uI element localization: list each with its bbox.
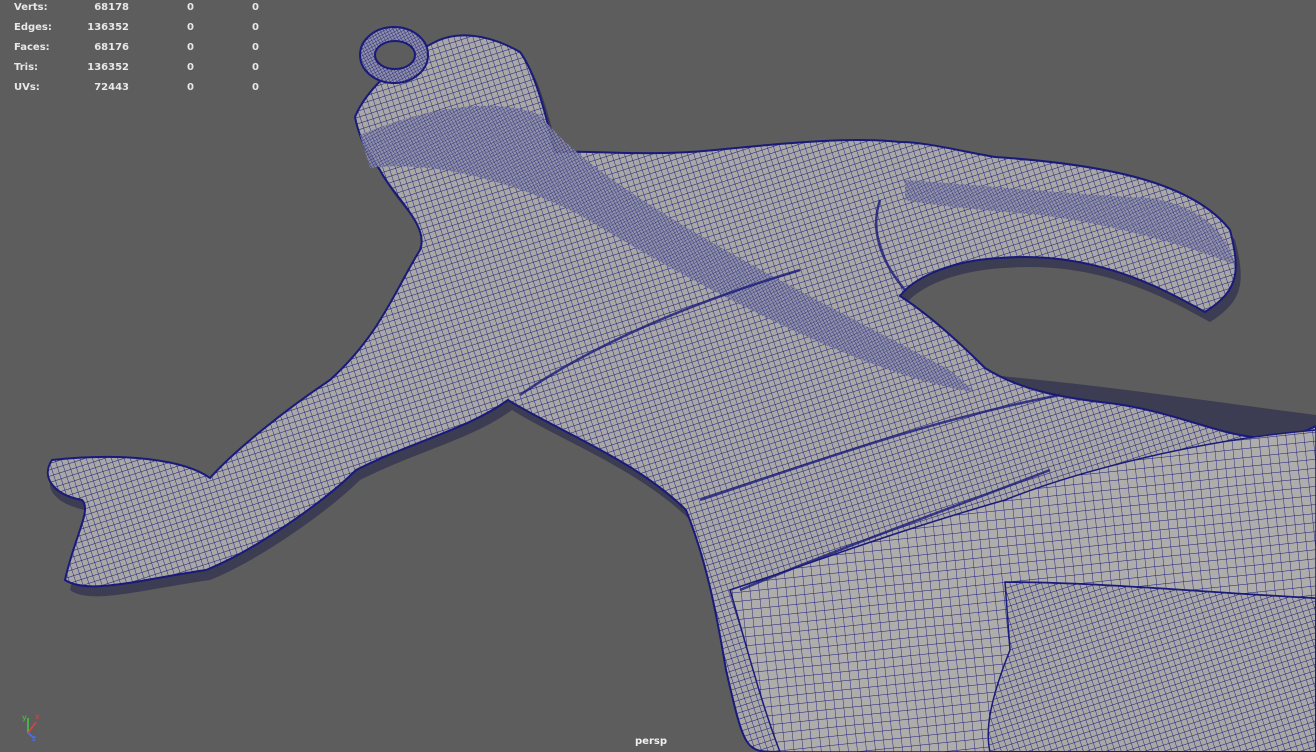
hud-label: Faces: [14, 42, 50, 53]
hud-value-total: 68178 [94, 2, 129, 13]
hud-row-verts: Verts: 68178 0 0 [0, 2, 270, 16]
hud-value-hidden: 0 [252, 2, 259, 13]
hud-value-selected: 0 [187, 2, 194, 13]
hud-value-total: 136352 [87, 22, 129, 33]
figure-mesh[interactable] [46, 26, 1316, 752]
hud-value-hidden: 0 [252, 62, 259, 73]
hud-row-edges: Edges: 136352 0 0 [0, 22, 270, 36]
hud-row-uvs: UVs: 72443 0 0 [0, 82, 270, 96]
viewport-3d[interactable]: y x z [0, 0, 1316, 752]
hud-value-selected: 0 [187, 62, 194, 73]
hud-row-tris: Tris: 136352 0 0 [0, 62, 270, 76]
hud-value-total: 72443 [94, 82, 129, 93]
mesh-hanging-loop-hole [374, 40, 416, 70]
axis-y-label: y [22, 713, 27, 722]
hud-value-selected: 0 [187, 22, 194, 33]
hud-label: Tris: [14, 62, 39, 73]
hud-value-selected: 0 [187, 82, 194, 93]
camera-name-label: persp [635, 736, 667, 747]
hud-label: Verts: [14, 2, 48, 13]
hud-value-hidden: 0 [252, 82, 259, 93]
hud-value-selected: 0 [187, 42, 194, 53]
hud-label: Edges: [14, 22, 52, 33]
hud-value-total: 68176 [94, 42, 129, 53]
hud-value-hidden: 0 [252, 22, 259, 33]
hud-label: UVs: [14, 82, 40, 93]
hud-value-total: 136352 [87, 62, 129, 73]
hud-row-faces: Faces: 68176 0 0 [0, 42, 270, 56]
hud-value-hidden: 0 [252, 42, 259, 53]
axis-x-label: x [35, 712, 40, 721]
